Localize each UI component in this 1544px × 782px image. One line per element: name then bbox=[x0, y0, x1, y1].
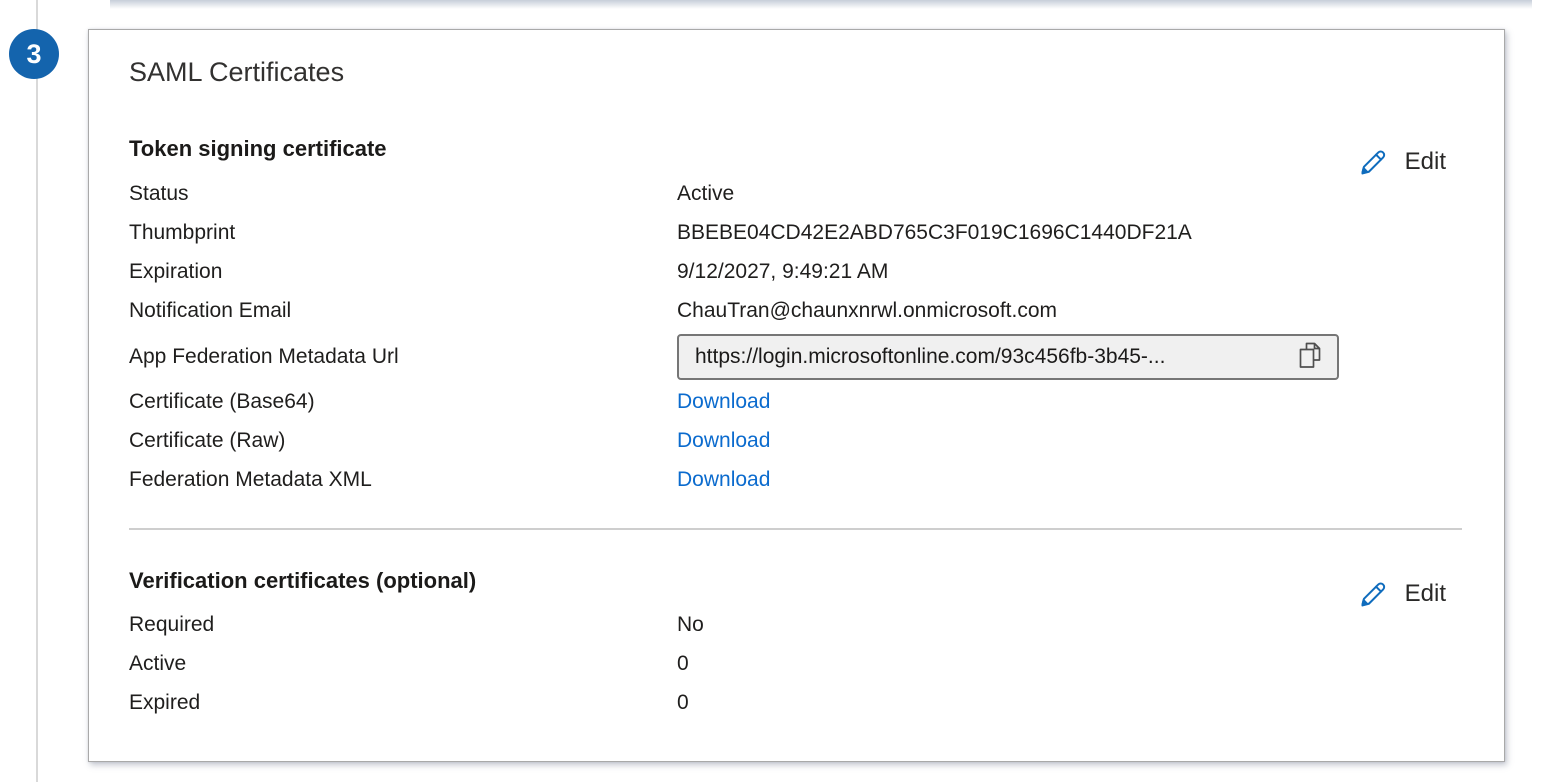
app-federation-metadata-url-label: App Federation Metadata Url bbox=[129, 345, 677, 369]
required-row: Required No bbox=[129, 605, 1462, 644]
step-number-badge: 3 bbox=[9, 29, 59, 79]
pencil-icon bbox=[1357, 578, 1389, 610]
app-federation-metadata-url-row: App Federation Metadata Url https://logi… bbox=[129, 332, 1462, 382]
thumbprint-row: Thumbprint BBEBE04CD42E2ABD765C3F019C169… bbox=[129, 213, 1462, 252]
expired-label: Expired bbox=[129, 691, 677, 715]
federation-metadata-xml-label: Federation Metadata XML bbox=[129, 468, 677, 492]
status-label: Status bbox=[129, 182, 677, 206]
pencil-icon bbox=[1357, 146, 1389, 178]
step-connector-line bbox=[36, 0, 38, 782]
thumbprint-value: BBEBE04CD42E2ABD765C3F019C1696C1440DF21A bbox=[677, 221, 1462, 245]
token-certificate-edit-button[interactable]: Edit bbox=[1357, 146, 1446, 178]
certificate-base64-label: Certificate (Base64) bbox=[129, 390, 677, 414]
expiration-value: 9/12/2027, 9:49:21 AM bbox=[677, 260, 1462, 284]
active-row: Active 0 bbox=[129, 644, 1462, 683]
status-row: Status Active bbox=[129, 174, 1462, 213]
thumbprint-label: Thumbprint bbox=[129, 221, 677, 245]
certificate-base64-row: Certificate (Base64) Download bbox=[129, 382, 1462, 421]
expired-row: Expired 0 bbox=[129, 683, 1462, 722]
previous-card-shadow bbox=[110, 0, 1532, 9]
federation-metadata-xml-download-link[interactable]: Download bbox=[677, 468, 770, 491]
active-value: 0 bbox=[677, 652, 1462, 676]
certificate-raw-label: Certificate (Raw) bbox=[129, 429, 677, 453]
expiration-row: Expiration 9/12/2027, 9:49:21 AM bbox=[129, 252, 1462, 291]
copy-icon bbox=[1296, 340, 1323, 374]
copy-url-button[interactable] bbox=[1296, 340, 1323, 374]
notification-email-label: Notification Email bbox=[129, 299, 677, 323]
status-value: Active bbox=[677, 182, 1462, 206]
app-federation-metadata-url-value: https://login.microsoftonline.com/93c456… bbox=[695, 345, 1284, 369]
notification-email-value: ChauTran@chaunxnrwl.onmicrosoft.com bbox=[677, 299, 1462, 323]
required-label: Required bbox=[129, 613, 677, 637]
section-divider bbox=[129, 528, 1462, 530]
notification-email-row: Notification Email ChauTran@chaunxnrwl.o… bbox=[129, 291, 1462, 330]
certificate-base64-download-link[interactable]: Download bbox=[677, 390, 770, 413]
card-title: SAML Certificates bbox=[129, 56, 1462, 88]
certificate-raw-download-link[interactable]: Download bbox=[677, 429, 770, 452]
app-federation-metadata-url-field[interactable]: https://login.microsoftonline.com/93c456… bbox=[677, 334, 1339, 380]
expired-value: 0 bbox=[677, 691, 1462, 715]
step-number: 3 bbox=[26, 39, 41, 70]
verification-certificates-edit-button[interactable]: Edit bbox=[1357, 578, 1446, 610]
federation-metadata-xml-row: Federation Metadata XML Download bbox=[129, 460, 1462, 499]
required-value: No bbox=[677, 613, 1462, 637]
edit-button-label: Edit bbox=[1405, 148, 1446, 176]
expiration-label: Expiration bbox=[129, 260, 677, 284]
edit-button-label: Edit bbox=[1405, 580, 1446, 608]
token-signing-certificate-section: Token signing certificate Edit Status Ac… bbox=[129, 134, 1462, 499]
saml-certificates-card: SAML Certificates Token signing certific… bbox=[88, 29, 1505, 762]
token-section-heading: Token signing certificate bbox=[129, 134, 1462, 164]
download-rows: Certificate (Base64) Download Certificat… bbox=[129, 382, 1462, 499]
active-label: Active bbox=[129, 652, 677, 676]
verification-certificates-section: Verification certificates (optional) Edi… bbox=[129, 566, 1462, 722]
verification-section-heading: Verification certificates (optional) bbox=[129, 566, 1462, 596]
certificate-raw-row: Certificate (Raw) Download bbox=[129, 421, 1462, 460]
verification-rows: Required No Active 0 Expired 0 bbox=[129, 605, 1462, 722]
token-certificate-rows: Status Active Thumbprint BBEBE04CD42E2AB… bbox=[129, 174, 1462, 499]
